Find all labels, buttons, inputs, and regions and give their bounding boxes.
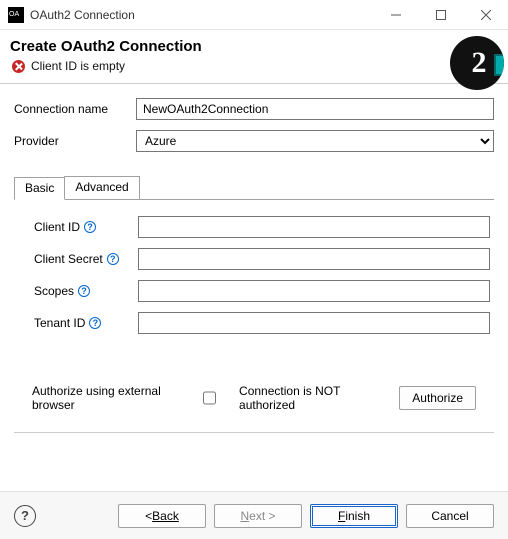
tab-strip: Basic Advanced xyxy=(14,176,494,200)
next-button[interactable]: Next > xyxy=(214,504,302,528)
help-button[interactable]: ? xyxy=(14,505,36,527)
tab-body-basic: Client ID ? Client Secret ? Scopes ? Ten… xyxy=(14,200,494,348)
cancel-button[interactable]: Cancel xyxy=(406,504,494,528)
error-text: Client ID is empty xyxy=(31,59,125,73)
footer: ? < Back Next > Finish Cancel xyxy=(0,491,508,539)
authorize-external-checkbox[interactable] xyxy=(203,391,216,405)
back-button[interactable]: < Back xyxy=(118,504,206,528)
authorize-row: Authorize using external browser Connect… xyxy=(14,384,494,412)
error-row: Client ID is empty xyxy=(12,59,498,73)
title-bar: OAuth2 Connection xyxy=(0,0,508,30)
app-icon xyxy=(8,7,24,23)
window-title: OAuth2 Connection xyxy=(30,8,135,22)
error-icon xyxy=(12,60,25,73)
provider-label: Provider xyxy=(14,134,136,148)
separator xyxy=(14,432,494,433)
banner: Create OAuth2 Connection Client ID is em… xyxy=(0,30,508,84)
provider-select[interactable]: Azure xyxy=(136,130,494,152)
authorize-checkbox-label: Authorize using external browser xyxy=(32,384,189,412)
minimize-button[interactable] xyxy=(373,0,418,30)
form-area: Connection name Provider Azure Basic Adv… xyxy=(0,84,508,433)
authorize-button[interactable]: Authorize xyxy=(399,386,476,410)
help-icon[interactable]: ? xyxy=(84,221,96,233)
scopes-link[interactable]: Scopes xyxy=(34,284,74,298)
oauth2-badge-icon: 2 xyxy=(450,36,504,90)
provider-row: Provider Azure xyxy=(14,130,494,152)
client-secret-input[interactable] xyxy=(138,248,490,270)
tenant-id-input[interactable] xyxy=(138,312,490,334)
client-id-row: Client ID ? xyxy=(34,216,490,238)
help-icon[interactable]: ? xyxy=(78,285,90,297)
client-secret-label: Client Secret ? xyxy=(34,252,138,266)
scopes-label: Scopes ? xyxy=(34,284,138,298)
scopes-row: Scopes ? xyxy=(34,280,490,302)
connection-name-input[interactable] xyxy=(136,98,494,120)
help-icon[interactable]: ? xyxy=(89,317,101,329)
close-button[interactable] xyxy=(463,0,508,30)
tenant-id-link[interactable]: Tenant ID xyxy=(34,316,85,330)
scopes-input[interactable] xyxy=(138,280,490,302)
tenant-id-row: Tenant ID ? xyxy=(34,312,490,334)
connection-name-row: Connection name xyxy=(14,98,494,120)
client-secret-row: Client Secret ? xyxy=(34,248,490,270)
client-id-input[interactable] xyxy=(138,216,490,238)
tab-basic[interactable]: Basic xyxy=(14,177,65,200)
maximize-button[interactable] xyxy=(418,0,463,30)
page-title: Create OAuth2 Connection xyxy=(10,38,498,55)
finish-button[interactable]: Finish xyxy=(310,504,398,528)
help-icon[interactable]: ? xyxy=(107,253,119,265)
tab-advanced[interactable]: Advanced xyxy=(64,176,139,199)
connection-name-label: Connection name xyxy=(14,102,136,116)
tenant-id-label: Tenant ID ? xyxy=(34,316,138,330)
client-id-label: Client ID ? xyxy=(34,220,138,234)
connection-status: Connection is NOT authorized xyxy=(239,384,383,412)
